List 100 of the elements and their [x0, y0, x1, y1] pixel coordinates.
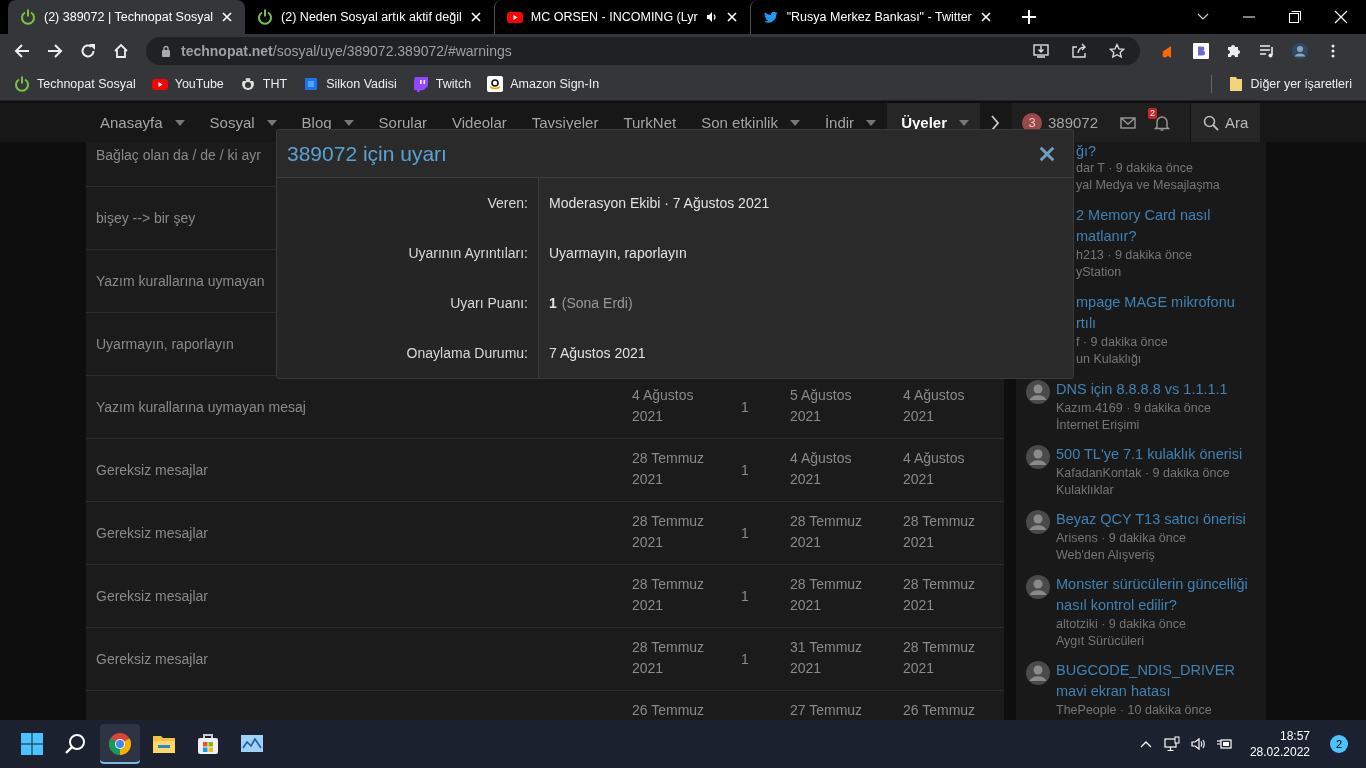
thread-link[interactable]: Beyaz QCY T13 satıcı önerisi [1056, 509, 1246, 530]
extension-square-icon[interactable] [1193, 43, 1209, 59]
table-cell-text: 28 Temmuz 2021 [790, 512, 864, 552]
install-icon[interactable] [1033, 43, 1049, 59]
forum-link[interactable]: un Kulaklığı [1076, 351, 1142, 368]
taskbar-app[interactable] [100, 724, 140, 764]
star-icon[interactable] [1109, 43, 1125, 59]
clock-date[interactable]: 28.02.2022 [1249, 744, 1310, 760]
thread-link[interactable]: mpage MAGE mikrofonu rtılı [1076, 292, 1256, 334]
table-cell-text: 28 Temmuz 2021 [903, 512, 977, 552]
chevron-right-icon[interactable] [990, 114, 1000, 131]
folder-icon [1227, 76, 1244, 92]
bookmark[interactable]: THT [239, 76, 288, 92]
nav-tab[interactable]: Sosyal [195, 103, 288, 142]
table-cell-text: 31 Temmuz 2021 [790, 638, 864, 678]
share-icon[interactable] [1071, 43, 1087, 59]
nav-label: Son etkinlik [701, 114, 778, 131]
forward-icon[interactable] [47, 43, 63, 59]
bookmark[interactable]: YouTube [151, 76, 224, 92]
thread-link[interactable]: 2 Memory Card nasıl matlanır? [1076, 205, 1256, 247]
bookmark-label: Technopat Sosyal [37, 77, 136, 91]
bookmark[interactable]: Amazon Sign-In [487, 76, 600, 92]
thread-meta: ThePeople · 10 dakika önce [1056, 702, 1212, 719]
nav-label: Sorular [378, 114, 427, 131]
search-icon [1203, 114, 1220, 131]
browser-tab[interactable]: (2) 389072 | Technopat Sosyal [8, 0, 246, 34]
bell-icon[interactable] [1154, 114, 1171, 131]
table-cell: bişey --> bir şey [96, 209, 196, 226]
field-label: Uyarı Puanı: [450, 295, 528, 311]
store-icon [196, 732, 220, 756]
user-link[interactable]: 389072 [1048, 114, 1099, 131]
forum-link[interactable]: Kulaklıklar [1056, 482, 1114, 499]
alert-count: 2 [1148, 107, 1158, 119]
bookmark[interactable]: Technopat Sosyal [14, 76, 136, 92]
caret-icon[interactable] [266, 119, 277, 126]
thread-link[interactable]: ğı? [1076, 142, 1097, 160]
thread-meta: dar T · 9 dakika önce [1076, 160, 1193, 177]
caret-icon[interactable] [959, 119, 969, 126]
nav-label: Anasayfa [100, 114, 163, 131]
caret-icon[interactable] [174, 119, 185, 126]
home-icon[interactable] [113, 43, 129, 59]
close-icon[interactable] [221, 11, 234, 23]
table-cell: 1 [741, 650, 749, 667]
table-cell: 1 [741, 587, 749, 604]
caret-icon[interactable] [866, 119, 877, 126]
forum-link[interactable]: yal Medya ve Mesajlaşma [1076, 177, 1220, 194]
caret-icon[interactable] [343, 119, 354, 126]
puzzle-icon[interactable] [1226, 43, 1242, 59]
table-cell: 1 [741, 398, 749, 415]
mail-icon[interactable] [1120, 114, 1137, 131]
thread-link[interactable]: DNS için 8.8.8.8 vs 1.1.1.1 [1056, 379, 1228, 400]
table-cell-text: 27 Temmuz [790, 701, 863, 720]
field-label: Veren: [487, 195, 528, 211]
thread-link[interactable]: BUGCODE_NDIS_DRIVER mavi ekran hatası [1056, 660, 1256, 702]
new-tab-icon[interactable] [1021, 10, 1036, 24]
forum-link[interactable]: yStation [1076, 264, 1122, 281]
search-button[interactable]: Ara [1190, 103, 1261, 142]
bookmark-label: Diğer yer işaretleri [1250, 77, 1352, 91]
avatar-icon [1026, 575, 1050, 599]
field-value: Uyarmayın, raporlayın [549, 245, 687, 261]
thread-link[interactable]: 500 TL'ye 7.1 kulaklık önerisi [1056, 444, 1243, 465]
table-cell-text: 4 Ağustos 2021 [903, 386, 966, 426]
battery-icon[interactable] [1215, 736, 1232, 752]
table-cell-text: 4 Ağustos 2021 [903, 449, 966, 489]
avatar-icon[interactable] [1292, 43, 1308, 59]
table-cell-text: 4 Ağustos 2021 [790, 449, 853, 489]
nav-tab[interactable]: İndir [810, 103, 888, 142]
media-queue-icon[interactable] [1259, 43, 1275, 59]
clock-time[interactable]: 18:57 [1279, 728, 1310, 744]
bookmark-folder[interactable]: Diğer yer işaretleri [1227, 76, 1352, 92]
play-icon [151, 76, 168, 92]
notification-badge[interactable]: 2 [1330, 735, 1348, 753]
nav-label: TurkNet [623, 114, 677, 131]
speaker-icon[interactable] [705, 11, 718, 23]
bookmark[interactable]: Silkon Vadisi [303, 76, 397, 92]
caret-icon[interactable] [789, 119, 800, 126]
bookmark-label: Amazon Sign-In [510, 77, 600, 91]
nav-label: Videolar [451, 114, 507, 131]
bookmark[interactable]: Twitch [412, 76, 472, 92]
nav-tab[interactable]: Anasayfa [86, 103, 196, 142]
thread-meta: h213 · 9 dakika önce [1076, 247, 1193, 264]
twitch-icon [412, 76, 429, 92]
volume-icon[interactable] [1189, 736, 1206, 752]
forum-link[interactable]: İnternet Erişimi [1056, 417, 1140, 434]
browser-tab[interactable]: (2) Neden Sosyal artık aktif değil [245, 0, 494, 34]
nav-label: İndir [824, 114, 855, 131]
network-icon[interactable] [1163, 736, 1180, 752]
field-value: Moderasyon Ekibi · 7 Ağustos 2021 [549, 195, 770, 211]
nav-tab[interactable]: Son etkinlik [687, 103, 811, 142]
back-icon[interactable] [14, 43, 30, 59]
thread-link[interactable]: Monster sürücülerin güncelliği nasıl kontrol edilir? [1056, 574, 1256, 616]
thread-meta: Kazım.4169 · 9 dakika önce [1056, 400, 1211, 417]
reload-icon[interactable] [80, 43, 96, 59]
table-cell-text: 28 Temmuz 2021 [790, 575, 864, 615]
forum-link[interactable]: Aygıt Sürücüleri [1056, 633, 1144, 650]
tab-title: MC ORSEN - INCOMING (Lyr [530, 10, 698, 24]
address-bar[interactable]: technopat.net/sosyal/uye/389072.389072/#warnings [146, 37, 1140, 65]
restore-icon[interactable] [1288, 10, 1302, 24]
forum-link[interactable]: Web'den Alışveriş [1056, 547, 1155, 564]
start-icon [20, 732, 44, 756]
